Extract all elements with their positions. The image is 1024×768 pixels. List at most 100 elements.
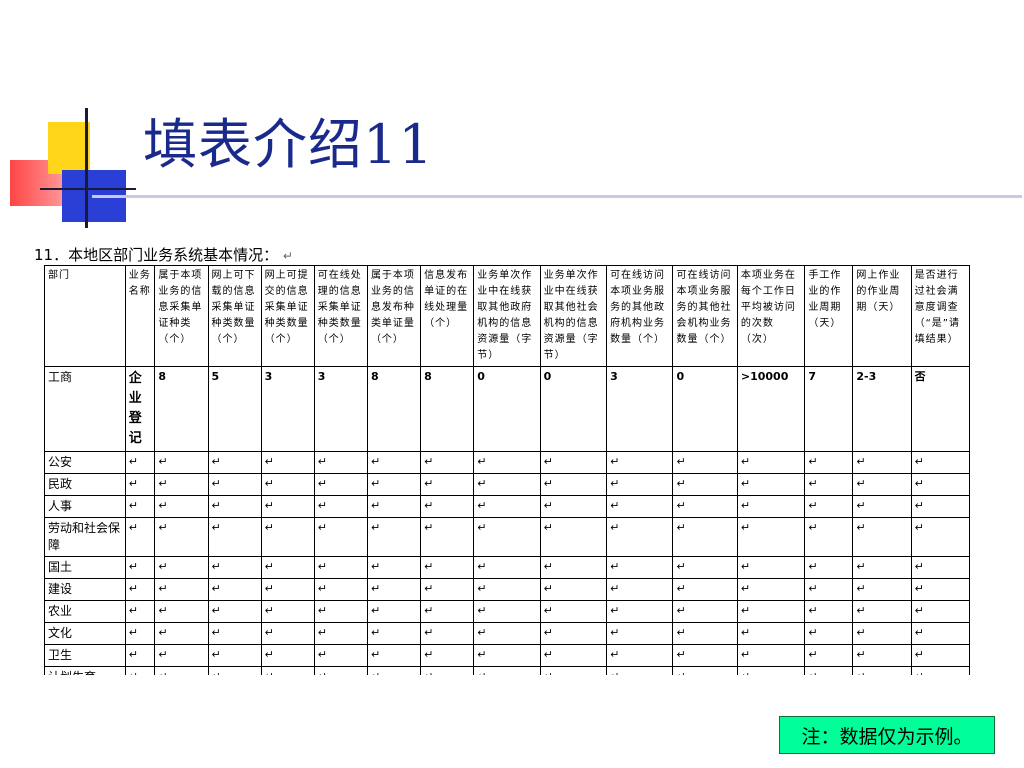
- empty-cell[interactable]: ↵: [910, 451, 971, 474]
- empty-cell[interactable]: ↵: [606, 666, 674, 675]
- empty-cell[interactable]: ↵: [124, 600, 156, 623]
- empty-cell[interactable]: ↵: [420, 644, 475, 667]
- empty-cell[interactable]: ↵: [473, 644, 541, 667]
- empty-cell[interactable]: ↵: [852, 517, 912, 557]
- empty-cell[interactable]: ↵: [124, 556, 156, 579]
- empty-cell[interactable]: ↵: [852, 644, 912, 667]
- empty-cell[interactable]: ↵: [366, 578, 422, 601]
- empty-cell[interactable]: ↵: [804, 451, 854, 474]
- empty-cell[interactable]: ↵: [606, 556, 674, 579]
- empty-cell[interactable]: ↵: [736, 600, 806, 623]
- empty-cell[interactable]: ↵: [852, 622, 912, 645]
- empty-cell[interactable]: ↵: [804, 473, 854, 496]
- empty-cell[interactable]: ↵: [852, 495, 912, 518]
- empty-cell[interactable]: ↵: [910, 578, 971, 601]
- empty-cell[interactable]: ↵: [154, 451, 209, 474]
- empty-cell[interactable]: ↵: [473, 578, 541, 601]
- empty-cell[interactable]: ↵: [804, 644, 854, 667]
- empty-cell[interactable]: ↵: [154, 578, 209, 601]
- empty-cell[interactable]: ↵: [606, 473, 674, 496]
- empty-cell[interactable]: ↵: [539, 600, 608, 623]
- empty-cell[interactable]: ↵: [804, 556, 854, 579]
- empty-cell[interactable]: ↵: [366, 556, 422, 579]
- empty-cell[interactable]: ↵: [260, 666, 315, 675]
- empty-cell[interactable]: ↵: [154, 556, 209, 579]
- empty-cell[interactable]: ↵: [420, 578, 475, 601]
- empty-cell[interactable]: ↵: [606, 600, 674, 623]
- empty-cell[interactable]: ↵: [852, 556, 912, 579]
- empty-cell[interactable]: ↵: [420, 473, 475, 496]
- empty-cell[interactable]: ↵: [207, 451, 262, 474]
- empty-cell[interactable]: ↵: [366, 517, 422, 557]
- empty-cell[interactable]: ↵: [852, 600, 912, 623]
- empty-cell[interactable]: ↵: [736, 451, 806, 474]
- empty-cell[interactable]: ↵: [852, 666, 912, 675]
- empty-cell[interactable]: ↵: [804, 622, 854, 645]
- empty-cell[interactable]: ↵: [154, 600, 209, 623]
- empty-cell[interactable]: ↵: [910, 600, 971, 623]
- empty-cell[interactable]: ↵: [539, 556, 608, 579]
- empty-cell[interactable]: ↵: [736, 622, 806, 645]
- empty-cell[interactable]: ↵: [207, 517, 262, 557]
- empty-cell[interactable]: ↵: [539, 666, 608, 675]
- empty-cell[interactable]: ↵: [207, 600, 262, 623]
- empty-cell[interactable]: ↵: [207, 556, 262, 579]
- empty-cell[interactable]: ↵: [313, 600, 368, 623]
- empty-cell[interactable]: ↵: [313, 666, 368, 675]
- empty-cell[interactable]: ↵: [672, 644, 738, 667]
- empty-cell[interactable]: ↵: [154, 666, 209, 675]
- empty-cell[interactable]: ↵: [124, 495, 156, 518]
- empty-cell[interactable]: ↵: [313, 622, 368, 645]
- empty-cell[interactable]: ↵: [804, 517, 854, 557]
- empty-cell[interactable]: ↵: [207, 495, 262, 518]
- empty-cell[interactable]: ↵: [313, 578, 368, 601]
- empty-cell[interactable]: ↵: [910, 495, 971, 518]
- empty-cell[interactable]: ↵: [910, 473, 971, 496]
- empty-cell[interactable]: ↵: [606, 451, 674, 474]
- empty-cell[interactable]: ↵: [420, 622, 475, 645]
- empty-cell[interactable]: ↵: [207, 644, 262, 667]
- empty-cell[interactable]: ↵: [260, 495, 315, 518]
- empty-cell[interactable]: ↵: [910, 556, 971, 579]
- empty-cell[interactable]: ↵: [366, 600, 422, 623]
- empty-cell[interactable]: ↵: [804, 495, 854, 518]
- empty-cell[interactable]: ↵: [313, 517, 368, 557]
- empty-cell[interactable]: ↵: [260, 517, 315, 557]
- empty-cell[interactable]: ↵: [420, 451, 475, 474]
- empty-cell[interactable]: ↵: [606, 517, 674, 557]
- empty-cell[interactable]: ↵: [672, 666, 738, 675]
- empty-cell[interactable]: ↵: [420, 666, 475, 675]
- empty-cell[interactable]: ↵: [207, 622, 262, 645]
- empty-cell[interactable]: ↵: [366, 451, 422, 474]
- empty-cell[interactable]: ↵: [672, 622, 738, 645]
- empty-cell[interactable]: ↵: [366, 495, 422, 518]
- empty-cell[interactable]: ↵: [852, 473, 912, 496]
- empty-cell[interactable]: ↵: [260, 578, 315, 601]
- empty-cell[interactable]: ↵: [260, 644, 315, 667]
- empty-cell[interactable]: ↵: [124, 451, 156, 474]
- empty-cell[interactable]: ↵: [207, 666, 262, 675]
- empty-cell[interactable]: ↵: [539, 644, 608, 667]
- empty-cell[interactable]: ↵: [539, 622, 608, 645]
- empty-cell[interactable]: ↵: [124, 578, 156, 601]
- empty-cell[interactable]: ↵: [539, 495, 608, 518]
- empty-cell[interactable]: ↵: [736, 644, 806, 667]
- empty-cell[interactable]: ↵: [313, 556, 368, 579]
- empty-cell[interactable]: ↵: [473, 517, 541, 557]
- empty-cell[interactable]: ↵: [207, 578, 262, 601]
- empty-cell[interactable]: ↵: [672, 578, 738, 601]
- empty-cell[interactable]: ↵: [606, 578, 674, 601]
- empty-cell[interactable]: ↵: [672, 556, 738, 579]
- empty-cell[interactable]: ↵: [124, 666, 156, 675]
- empty-cell[interactable]: ↵: [260, 622, 315, 645]
- empty-cell[interactable]: ↵: [910, 517, 971, 557]
- empty-cell[interactable]: ↵: [260, 451, 315, 474]
- empty-cell[interactable]: ↵: [736, 556, 806, 579]
- empty-cell[interactable]: ↵: [736, 578, 806, 601]
- empty-cell[interactable]: ↵: [473, 666, 541, 675]
- empty-cell[interactable]: ↵: [473, 473, 541, 496]
- empty-cell[interactable]: ↵: [124, 622, 156, 645]
- empty-cell[interactable]: ↵: [804, 578, 854, 601]
- empty-cell[interactable]: ↵: [910, 622, 971, 645]
- empty-cell[interactable]: ↵: [473, 622, 541, 645]
